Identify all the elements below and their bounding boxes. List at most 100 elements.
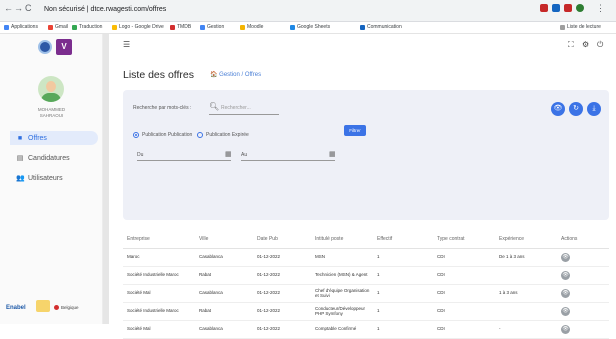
search-label: Recherche par mots-clés : (133, 105, 192, 111)
column-header[interactable]: Ville (195, 230, 253, 249)
browser-toolbar: ← → C Non sécurisé | dtce.rwagesti.com/o… (0, 0, 616, 22)
column-header[interactable]: Effectif (373, 230, 433, 249)
sidebar-item-label: Offres (28, 134, 47, 142)
cell-title: MSN (311, 248, 373, 267)
column-header[interactable]: Entreprise (123, 230, 195, 249)
bookmark-item[interactable]: Google Sheets (290, 24, 330, 30)
partner-name: Belgique (61, 305, 79, 310)
cell-company: Société Industrielle Maroc (123, 302, 195, 321)
cell-actions: 👁 (557, 248, 609, 267)
date-from-input[interactable] (137, 160, 231, 161)
bookmark-item[interactable]: Communication (360, 24, 402, 30)
column-header[interactable]: Type contrat (433, 230, 495, 249)
menu-icon[interactable]: ☰ (123, 40, 130, 49)
settings-icon[interactable]: ⚙ (582, 40, 589, 49)
extension-icon[interactable] (552, 4, 560, 12)
date-from-label: Du (137, 152, 144, 158)
sidebar-item-candidatures[interactable]: ▤ Candidatures (10, 151, 98, 165)
column-header: Actions (557, 230, 609, 249)
filter-panel: Recherche par mots-clés : 🔍︎ Rechercher.… (123, 90, 609, 220)
cell-headcount: 1 (373, 248, 433, 267)
cell-experience (495, 266, 557, 285)
cell-city: Casablanca (195, 284, 253, 303)
sidebar: V MOHAMMED SAHRAOUI ■ Offres ▤ Candidatu… (0, 34, 103, 324)
breadcrumb-path[interactable]: Gestion / Offres (219, 72, 261, 78)
radio-publication-label: Publication Publication (142, 132, 193, 138)
cell-experience (495, 302, 557, 321)
table-row: Société Mal Casablanca 01-12-2022 Chef d… (123, 284, 609, 303)
cell-title: Technicien (MSN) & Agent (311, 266, 373, 285)
forward-icon[interactable]: → (14, 3, 23, 13)
cell-date: 01-12-2022 (253, 266, 311, 285)
calendar-icon[interactable]: ▦ (329, 150, 336, 158)
cell-contract: CDI (433, 266, 495, 285)
sidebar-footer: Enabel Belgique (6, 300, 101, 316)
users-icon: 👥 (16, 175, 25, 182)
calendar-icon[interactable]: ▦ (225, 150, 232, 158)
reload-icon[interactable]: C (25, 3, 32, 13)
column-header[interactable]: Date Pub (253, 230, 311, 249)
logout-icon[interactable]: ⏻ (597, 40, 603, 50)
cell-date: 01-12-2022 (253, 302, 311, 321)
cell-experience: De 1 à 3 ans (495, 248, 557, 267)
cell-date: 01-12-2022 (253, 320, 311, 339)
briefcase-icon: ■ (17, 134, 23, 142)
view-icon[interactable]: 👁 (561, 288, 570, 298)
table-row: Maroc Casablanca 01-12-2022 MSN 1 CDI De… (123, 248, 609, 267)
partner-logo (36, 300, 50, 312)
cell-actions: 👁 (557, 266, 609, 285)
column-header[interactable]: Intitulé poste (311, 230, 373, 249)
cell-headcount: 1 (373, 284, 433, 303)
refresh-button[interactable]: ↻ (569, 102, 583, 116)
download-button[interactable]: ⤓ (587, 102, 601, 116)
cell-title: Comptable Confirmé (311, 320, 373, 339)
view-icon[interactable]: 👁 (561, 306, 570, 316)
table-header-row: Entreprise Ville Date Pub Intitulé poste… (123, 230, 609, 249)
sidebar-item-utilisateurs[interactable]: 👥 Utilisateurs (10, 171, 98, 185)
extension-icon[interactable] (564, 4, 572, 12)
address-bar[interactable]: Non sécurisé | dtce.rwagesti.com/offres (40, 3, 400, 16)
bookmark-item[interactable]: Logo - Google Drive (112, 24, 164, 30)
profile-icon[interactable] (576, 4, 584, 12)
expand-icon[interactable]: ⛶ (568, 40, 574, 50)
filter-button[interactable]: Filtrer (344, 125, 366, 136)
radio-expired[interactable] (197, 132, 203, 138)
table-row: Société Industrielle Maroc Rabat 01-12-2… (123, 302, 609, 321)
cell-contract: CDI (433, 302, 495, 321)
sidebar-item-label: Candidatures (28, 154, 70, 162)
back-icon[interactable]: ← (4, 3, 13, 13)
cell-company: Société Industrielle Maroc (123, 266, 195, 285)
bookmark-item[interactable]: Traduction (72, 24, 102, 30)
cell-title: Chef d'équipe Organisation et Suivi (311, 284, 373, 303)
column-header[interactable]: Expérience (495, 230, 557, 249)
date-to-input[interactable] (241, 160, 335, 161)
sidebar-item-offres[interactable]: ■ Offres (10, 131, 98, 145)
view-icon[interactable]: 👁 (561, 324, 570, 334)
view-button[interactable]: 👁 (551, 102, 565, 116)
extension-icon[interactable] (540, 4, 548, 12)
view-icon[interactable]: 👁 (561, 270, 570, 280)
bookmark-item[interactable]: Gmail (48, 24, 68, 30)
search-underline (209, 114, 279, 115)
cell-city: Casablanca (195, 248, 253, 267)
search-icon: 🔍︎ (209, 102, 220, 111)
search-input[interactable]: Rechercher... (221, 105, 251, 111)
cell-experience: - (495, 320, 557, 339)
cell-city: Rabat (195, 302, 253, 321)
sidebar-item-label: Utilisateurs (28, 174, 63, 182)
radio-publication[interactable] (133, 132, 139, 138)
more-icon[interactable]: ⋮ (596, 3, 605, 14)
page-title: Liste des offres (123, 69, 195, 81)
bookmark-item[interactable]: Applications (4, 24, 38, 30)
cell-actions: 👁 (557, 284, 609, 303)
bookmark-item[interactable]: Gestion (200, 24, 224, 30)
table-row: Société Industrielle Maroc Rabat 01-12-2… (123, 266, 609, 285)
view-icon[interactable]: 👁 (561, 252, 570, 262)
avatar (38, 76, 64, 102)
bookmark-item[interactable]: TMDB (170, 24, 191, 30)
home-icon[interactable]: 🏠 (210, 72, 217, 78)
bookmark-item[interactable]: Moodle (240, 24, 263, 30)
app-logo: V (56, 39, 72, 55)
bookmark-item[interactable]: Liste de lecture (560, 24, 601, 30)
cell-contract: CDI (433, 284, 495, 303)
